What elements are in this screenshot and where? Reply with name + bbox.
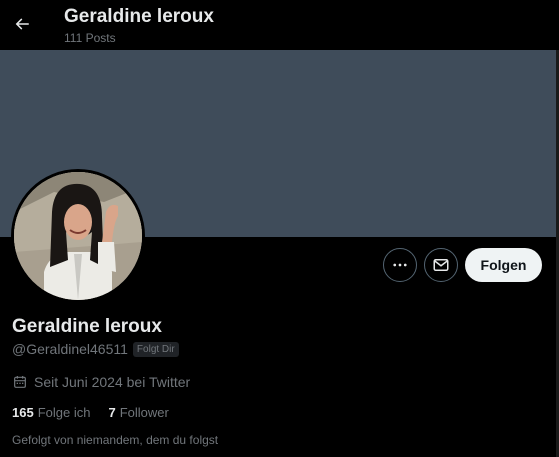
more-icon [393, 263, 407, 267]
followers-link[interactable]: 7 Follower [108, 405, 168, 420]
followed-by-text: Gefolgt von niemandem, dem du folgst [12, 433, 219, 447]
message-button[interactable] [424, 248, 458, 282]
back-button[interactable] [6, 8, 38, 40]
followers-label: Follower [119, 405, 169, 420]
follows-you-badge: Folgt Dir [132, 341, 179, 357]
profile-display-name: Geraldine leroux [12, 316, 162, 337]
avatar-image [14, 172, 142, 300]
posts-count: 111 Posts [64, 31, 116, 45]
profile-handle: @Geraldinel46511 [12, 341, 128, 357]
followers-count: 7 [108, 405, 116, 420]
header-title: Geraldine leroux [64, 6, 214, 27]
joined-date: Seit Juni 2024 bei Twitter [12, 373, 190, 391]
mail-icon [433, 259, 449, 271]
following-label: Folge ich [37, 405, 91, 420]
calendar-icon [14, 376, 26, 388]
follow-stats: 165 Folge ich 7 Follower [12, 404, 169, 421]
following-count: 165 [12, 405, 34, 420]
top-bar: Geraldine leroux 111 Posts [0, 0, 559, 50]
joined-text: Seit Juni 2024 bei Twitter [34, 374, 191, 390]
avatar[interactable] [11, 169, 145, 303]
handle-row: @Geraldinel46511 Folgt Dir [12, 340, 179, 358]
arrow-left-icon [15, 18, 29, 30]
follow-button[interactable]: Folgen [465, 248, 542, 282]
following-link[interactable]: 165 Folge ich [12, 405, 90, 420]
more-button[interactable] [383, 248, 417, 282]
